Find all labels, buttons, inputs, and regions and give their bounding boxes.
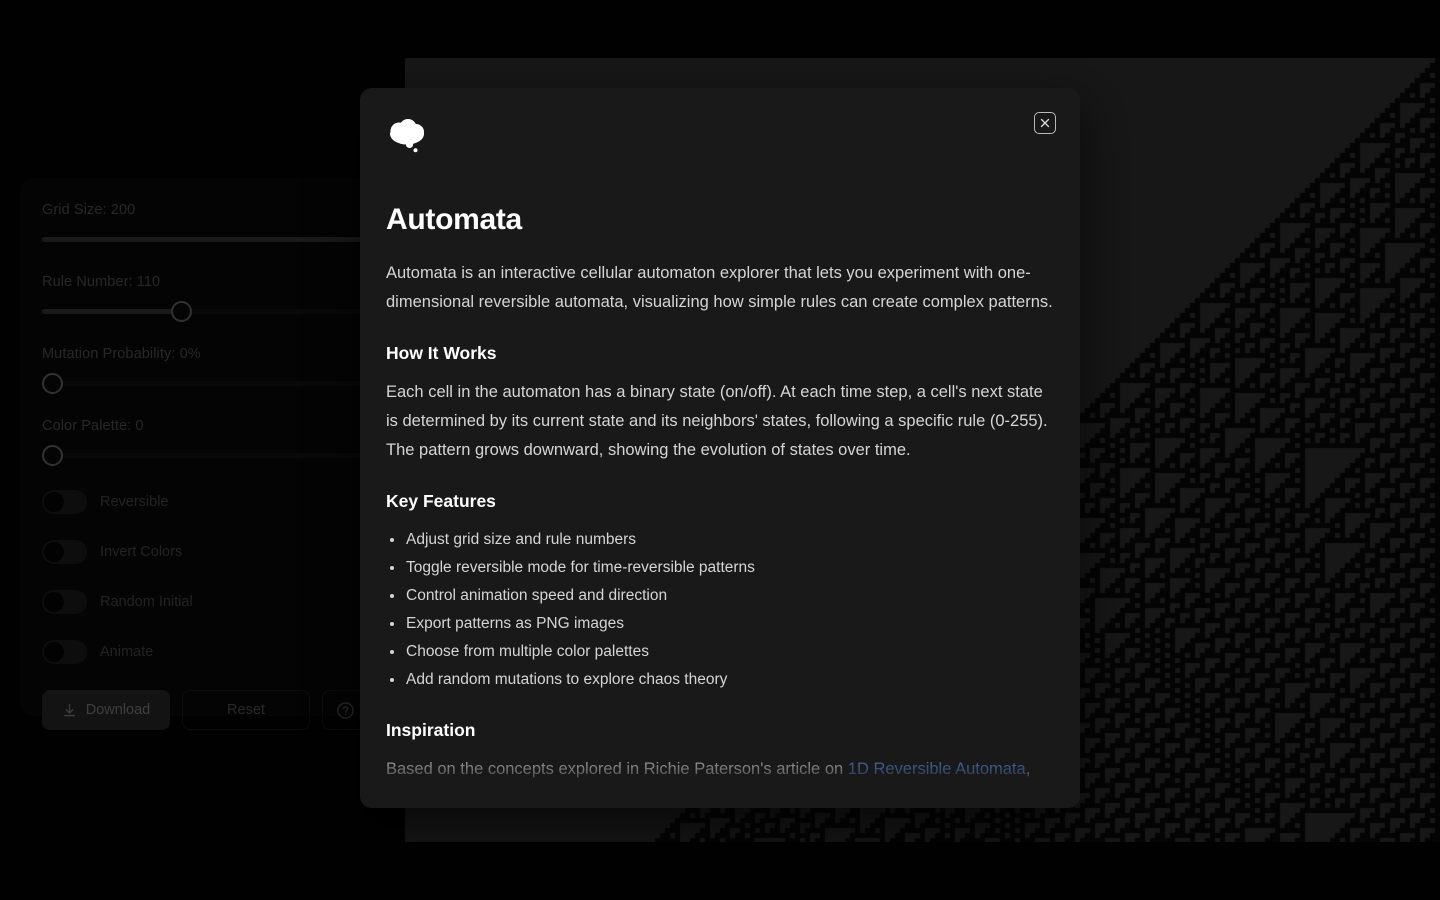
animate-toggle-label: Animate	[100, 644, 154, 660]
random-initial-toggle-label: Random Initial	[100, 594, 193, 610]
key-features-list: Adjust grid size and rule numbers Toggle …	[386, 526, 1054, 694]
inspiration-heading: Inspiration	[386, 720, 476, 740]
list-item: Adjust grid size and rule numbers	[386, 526, 1054, 554]
toggle-knob	[44, 542, 64, 562]
toggle-knob	[44, 642, 64, 662]
slider-thumb[interactable]	[42, 445, 63, 466]
reversible-automata-link[interactable]: 1D Reversible Automata	[848, 760, 1026, 778]
list-item: Toggle reversible mode for time-reversib…	[386, 554, 1054, 582]
animate-toggle[interactable]	[42, 640, 87, 664]
reversible-toggle[interactable]	[42, 490, 87, 514]
inspiration-text-before: Based on the concepts explored in Richie…	[386, 760, 848, 778]
key-features-heading: Key Features	[386, 491, 496, 511]
inspiration-paragraph: Based on the concepts explored in Richie…	[386, 755, 1054, 808]
thought-bubble-icon	[386, 114, 1054, 163]
how-it-works-paragraph: Each cell in the automaton has a binary …	[386, 383, 1048, 459]
toggle-knob	[44, 592, 64, 612]
list-item: Add random mutations to explore chaos th…	[386, 666, 1054, 694]
question-circle-icon	[336, 701, 355, 720]
reset-button[interactable]: Reset	[182, 690, 310, 730]
about-modal: Automata Automata is an interactive cell…	[360, 88, 1080, 808]
reversible-toggle-label: Reversible	[100, 494, 169, 510]
invert-colors-toggle[interactable]	[42, 540, 87, 564]
modal-intro-paragraph: Automata is an interactive cellular auto…	[386, 264, 1053, 311]
slider-thumb[interactable]	[171, 301, 192, 322]
slider-fill	[42, 309, 181, 314]
toggle-knob	[44, 492, 64, 512]
slider-thumb[interactable]	[42, 373, 63, 394]
list-item: Export patterns as PNG images	[386, 610, 1054, 638]
list-item: Control animation speed and direction	[386, 582, 1054, 610]
list-item: Choose from multiple color palettes	[386, 638, 1054, 666]
random-initial-toggle[interactable]	[42, 590, 87, 614]
close-icon[interactable]	[1034, 112, 1056, 134]
modal-content: Automata Automata is an interactive cell…	[360, 88, 1080, 808]
app-root: Grid Size: 200 Rule Number: 110 Mutation…	[0, 0, 1440, 900]
download-button-label: Download	[85, 702, 151, 718]
how-it-works-heading: How It Works	[386, 343, 497, 363]
download-button[interactable]: Download	[42, 690, 170, 730]
reset-button-label: Reset	[227, 702, 265, 718]
invert-colors-toggle-label: Invert Colors	[100, 544, 183, 560]
download-icon	[62, 703, 77, 718]
page-title: Automata	[386, 203, 522, 236]
